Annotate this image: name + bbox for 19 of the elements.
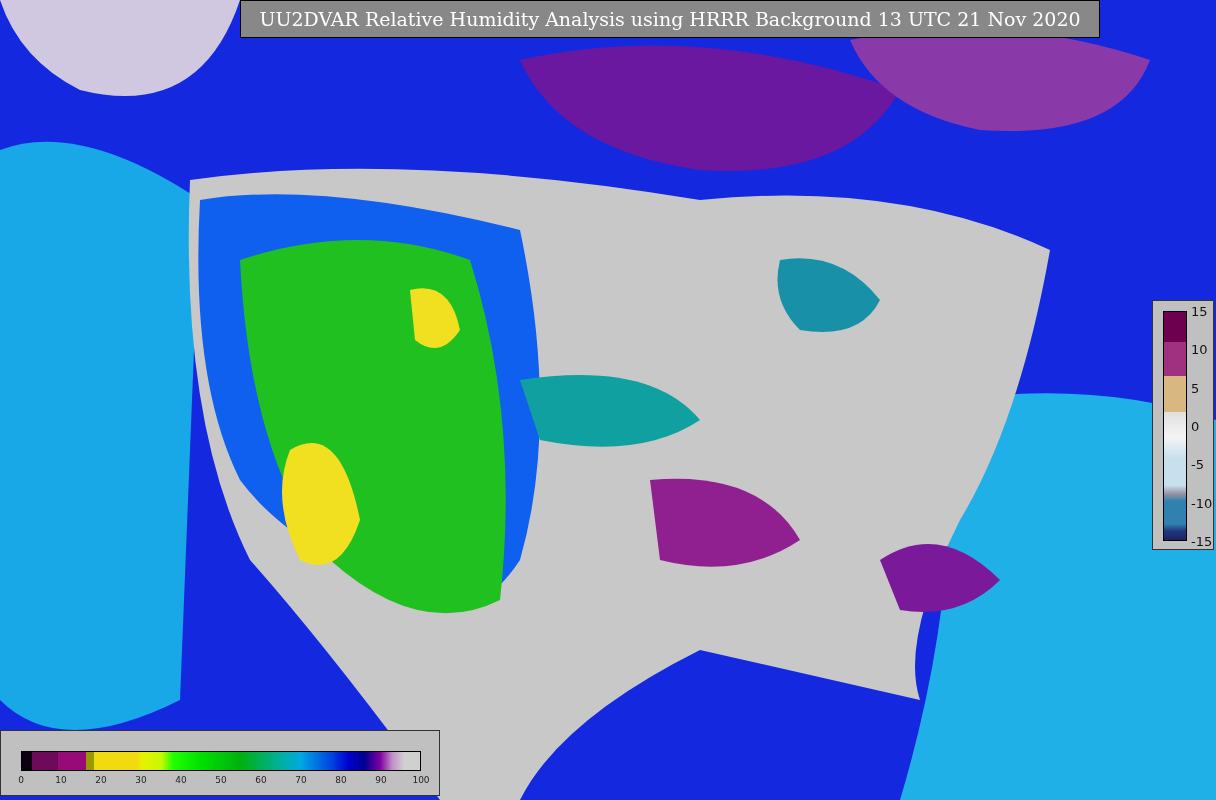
tick-label: 80: [335, 775, 347, 785]
tick-label: 90: [375, 775, 387, 785]
tick-label: 10: [55, 775, 67, 785]
tick-label: 50: [215, 775, 227, 785]
tick-label: 60: [255, 775, 267, 785]
tick-label: 20: [95, 775, 107, 785]
tick-label: -5: [1191, 456, 1204, 472]
tick-label: -15: [1191, 533, 1213, 549]
tick-label: 0: [18, 775, 24, 785]
tick-label: 100: [412, 775, 430, 785]
tick-label: 40: [175, 775, 187, 785]
tick-label: 15: [1191, 303, 1208, 319]
map-title: UU2DVAR Relative Humidity Analysis using HRRR Background 13 UTC 21 Nov 2020: [240, 0, 1100, 38]
tick-label: -10: [1191, 495, 1213, 511]
tick-label: 0: [1191, 418, 1200, 434]
tick-label: 70: [295, 775, 307, 785]
tick-label: 5: [1191, 380, 1200, 396]
tick-label: 10: [1191, 341, 1208, 357]
tick-label: 30: [135, 775, 147, 785]
